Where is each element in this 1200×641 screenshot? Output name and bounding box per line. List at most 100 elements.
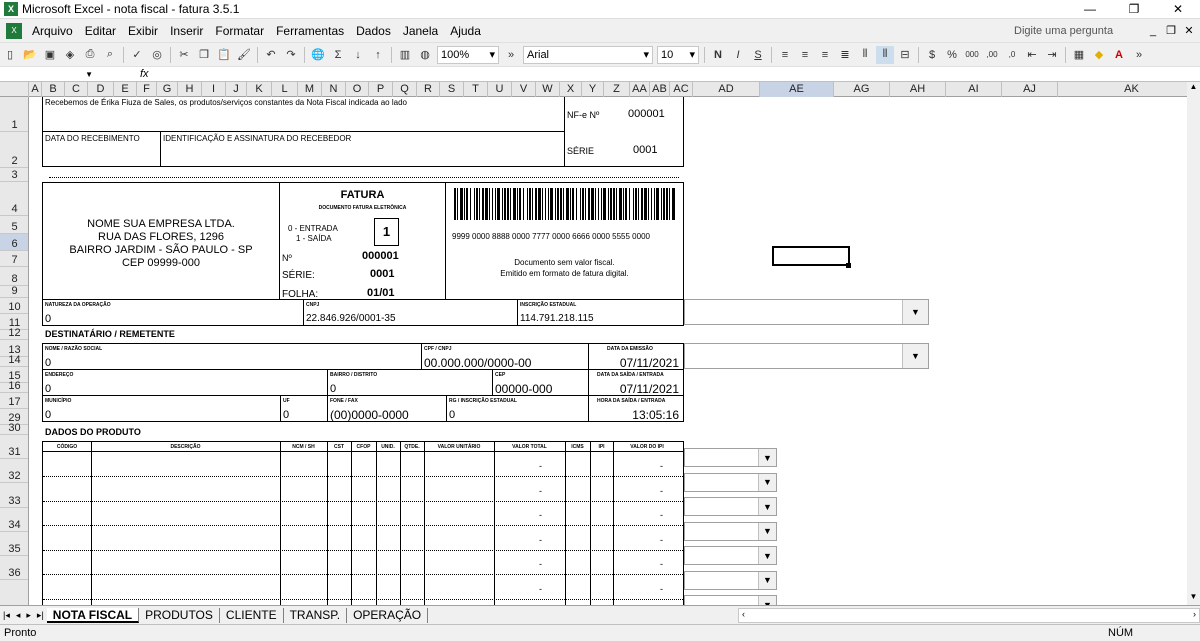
row-header[interactable]: 12 bbox=[0, 327, 28, 340]
operation-dropdown[interactable]: ▼ bbox=[684, 299, 929, 325]
product-row-dropdown[interactable]: ▼ bbox=[684, 497, 777, 516]
tab-nota-fiscal[interactable]: NOTA FISCAL bbox=[46, 607, 140, 623]
hyperlink-icon[interactable]: 🌐 bbox=[309, 46, 327, 64]
research-icon[interactable]: ◎ bbox=[148, 46, 166, 64]
sort-desc-icon[interactable]: ↑ bbox=[369, 46, 387, 64]
column-header[interactable]: AE bbox=[760, 82, 834, 97]
increase-indent-icon[interactable]: ⇥ bbox=[1043, 46, 1061, 64]
column-header[interactable]: W bbox=[536, 82, 560, 97]
tab-transp[interactable]: TRANSP. bbox=[284, 607, 348, 623]
column-header[interactable]: G bbox=[157, 82, 178, 97]
row-header[interactable]: 17 bbox=[0, 393, 28, 409]
product-row-dropdown[interactable]: ▼ bbox=[684, 546, 777, 565]
column-header[interactable]: J bbox=[226, 82, 247, 97]
undo-icon[interactable]: ↶ bbox=[262, 46, 280, 64]
underline-icon[interactable]: S bbox=[749, 46, 767, 64]
horizontal-scrollbar[interactable]: ‹ › bbox=[738, 607, 1200, 623]
row-header[interactable]: 2 bbox=[0, 132, 28, 168]
column-header[interactable]: S bbox=[440, 82, 464, 97]
help-search-input[interactable]: Digite uma pergunta bbox=[1010, 22, 1146, 40]
product-row-dropdown[interactable]: ▼ bbox=[684, 570, 777, 590]
font-size-select[interactable]: 10 ▾ bbox=[657, 45, 699, 64]
cut-icon[interactable]: ✂ bbox=[175, 46, 193, 64]
column-header[interactable]: F bbox=[137, 82, 157, 97]
increase-decimal-icon[interactable]: ,00 bbox=[983, 46, 1001, 64]
toolbar-options-icon[interactable]: » bbox=[502, 46, 520, 64]
menu-arquivo[interactable]: Arquivo bbox=[26, 24, 79, 38]
row-header[interactable]: 1 bbox=[0, 97, 28, 132]
column-header[interactable]: N bbox=[322, 82, 346, 97]
decrease-decimal-icon[interactable]: ,0 bbox=[1003, 46, 1021, 64]
tab-cliente[interactable]: CLIENTE bbox=[220, 607, 284, 623]
worksheet[interactable]: Recebemos de Érika Fiuza de Sales, os pr… bbox=[29, 97, 1187, 605]
column-header[interactable]: AG bbox=[834, 82, 890, 97]
scroll-right-icon[interactable]: › bbox=[1193, 609, 1196, 619]
row-header[interactable]: 34 bbox=[0, 508, 28, 532]
row-header[interactable]: 6 bbox=[0, 234, 28, 251]
chart-icon[interactable]: ▥ bbox=[396, 46, 414, 64]
print-icon[interactable]: ⎙ bbox=[81, 46, 99, 64]
sort-asc-icon[interactable]: ↓ bbox=[349, 46, 367, 64]
row-header[interactable]: 4 bbox=[0, 182, 28, 216]
first-sheet-icon[interactable]: |◂ bbox=[0, 610, 13, 621]
menu-dados[interactable]: Dados bbox=[350, 24, 397, 38]
fill-color-icon[interactable]: ◆ bbox=[1090, 46, 1108, 64]
column-header[interactable]: AJ bbox=[1002, 82, 1058, 97]
product-row-dropdown[interactable]: ▼ bbox=[684, 472, 777, 492]
decrease-indent-icon[interactable]: ⇤ bbox=[1023, 46, 1041, 64]
align-option-icon[interactable]: ⦀ bbox=[876, 45, 894, 64]
column-header[interactable]: T bbox=[464, 82, 488, 97]
column-header[interactable]: H bbox=[178, 82, 202, 97]
currency-icon[interactable]: $ bbox=[923, 46, 941, 64]
copy-icon[interactable]: ❐ bbox=[195, 46, 213, 64]
client-dropdown[interactable]: ▼ bbox=[684, 343, 929, 369]
column-header[interactable]: Q bbox=[393, 82, 417, 97]
column-header[interactable]: AA bbox=[630, 82, 650, 97]
zoom-select[interactable]: 100% ▾ bbox=[437, 45, 499, 64]
column-header[interactable]: R bbox=[417, 82, 440, 97]
redo-icon[interactable]: ↷ bbox=[282, 46, 300, 64]
product-row-dropdown[interactable]: ▼ bbox=[684, 595, 777, 605]
tab-operacao[interactable]: OPERAÇÃO bbox=[347, 607, 429, 623]
menu-ferramentas[interactable]: Ferramentas bbox=[270, 24, 350, 38]
row-header[interactable]: 31 bbox=[0, 435, 28, 459]
italic-icon[interactable]: I bbox=[729, 46, 747, 64]
borders-icon[interactable]: ▦ bbox=[1070, 46, 1088, 64]
row-header[interactable]: 7 bbox=[0, 251, 28, 267]
row-header[interactable]: 14 bbox=[0, 354, 28, 367]
menu-inserir[interactable]: Inserir bbox=[164, 24, 209, 38]
font-color-icon[interactable]: A bbox=[1110, 46, 1128, 64]
scroll-left-icon[interactable]: ‹ bbox=[742, 609, 745, 619]
distributed-icon[interactable]: ⦀ bbox=[856, 46, 874, 64]
toolbar-overflow-icon[interactable]: » bbox=[1130, 46, 1148, 64]
row-header[interactable]: 5 bbox=[0, 216, 28, 234]
tab-produtos[interactable]: PRODUTOS bbox=[139, 607, 220, 623]
align-left-icon[interactable]: ≡ bbox=[776, 46, 794, 64]
doc-close-icon[interactable]: ✕ bbox=[1182, 24, 1196, 37]
row-header[interactable]: 30 bbox=[0, 422, 28, 435]
vertical-scrollbar[interactable]: ▲ ▼ bbox=[1187, 82, 1200, 605]
menu-ajuda[interactable]: Ajuda bbox=[444, 24, 487, 38]
scroll-up-icon[interactable]: ▲ bbox=[1187, 82, 1200, 95]
column-header[interactable]: AD bbox=[693, 82, 760, 97]
bold-icon[interactable]: N bbox=[709, 46, 727, 64]
product-row-dropdown[interactable]: ▼ bbox=[684, 448, 777, 467]
row-header[interactable]: 35 bbox=[0, 532, 28, 556]
column-header[interactable]: AH bbox=[890, 82, 946, 97]
column-header[interactable]: Z bbox=[604, 82, 630, 97]
open-icon[interactable]: 📂 bbox=[21, 46, 39, 64]
column-header[interactable]: C bbox=[65, 82, 88, 97]
row-header[interactable]: 16 bbox=[0, 380, 28, 393]
justify-icon[interactable]: ≣ bbox=[836, 46, 854, 64]
save-icon[interactable]: ▣ bbox=[41, 46, 59, 64]
column-header[interactable]: AB bbox=[650, 82, 670, 97]
align-right-icon[interactable]: ≡ bbox=[816, 46, 834, 64]
column-header[interactable]: M bbox=[298, 82, 322, 97]
row-header[interactable]: 33 bbox=[0, 483, 28, 508]
prev-sheet-icon[interactable]: ◂ bbox=[13, 610, 24, 621]
column-header[interactable]: E bbox=[114, 82, 137, 97]
row-header[interactable]: 8 bbox=[0, 267, 28, 286]
column-header[interactable]: U bbox=[488, 82, 512, 97]
row-header[interactable]: 36 bbox=[0, 556, 28, 580]
active-cell[interactable] bbox=[772, 246, 850, 266]
